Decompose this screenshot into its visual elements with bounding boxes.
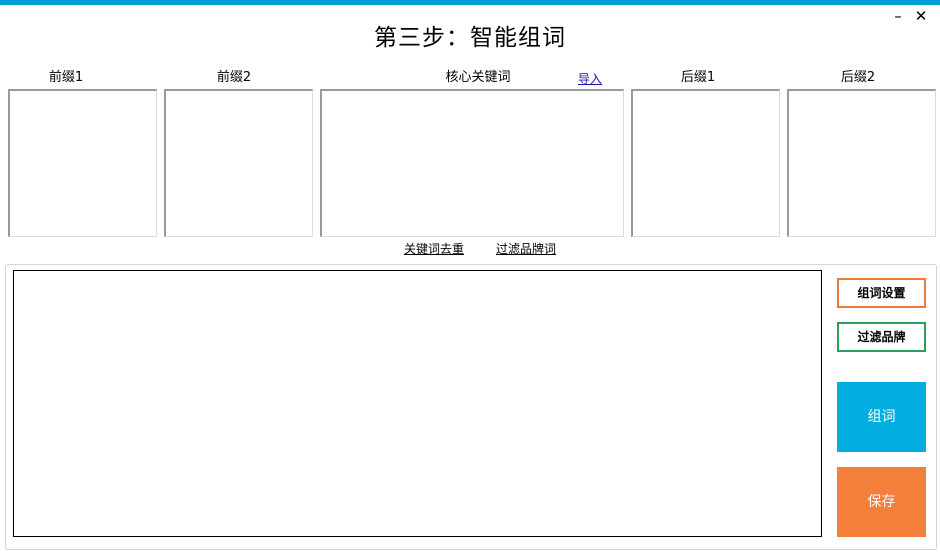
suffix-1-textarea[interactable] — [631, 89, 780, 237]
import-link[interactable]: 导入 — [578, 70, 602, 87]
label-suffix-2: 后缀2 — [840, 70, 876, 85]
label-suffix-1: 后缀1 — [680, 70, 716, 85]
dedupe-keywords-link[interactable]: 关键词去重 — [404, 240, 464, 257]
label-prefix-2: 前缀2 — [216, 70, 252, 85]
label-core-keyword: 核心关键词 — [445, 70, 511, 85]
result-textarea[interactable] — [13, 270, 822, 537]
label-prefix-1: 前缀1 — [48, 70, 84, 85]
page-title: 第三步：智能组词 — [374, 25, 566, 51]
prefix-2-textarea[interactable] — [164, 89, 313, 237]
combine-button[interactable]: 组词 — [837, 382, 926, 452]
window-accent-bar — [0, 0, 940, 5]
filter-brand-words-link[interactable]: 过滤品牌词 — [496, 240, 556, 257]
core-keyword-textarea[interactable] — [320, 89, 624, 237]
suffix-2-textarea[interactable] — [787, 89, 936, 237]
prefix-1-textarea[interactable] — [8, 89, 157, 237]
combine-settings-button[interactable]: 组词设置 — [837, 278, 926, 308]
filter-brand-button[interactable]: 过滤品牌 — [837, 322, 926, 352]
save-button[interactable]: 保存 — [837, 467, 926, 537]
